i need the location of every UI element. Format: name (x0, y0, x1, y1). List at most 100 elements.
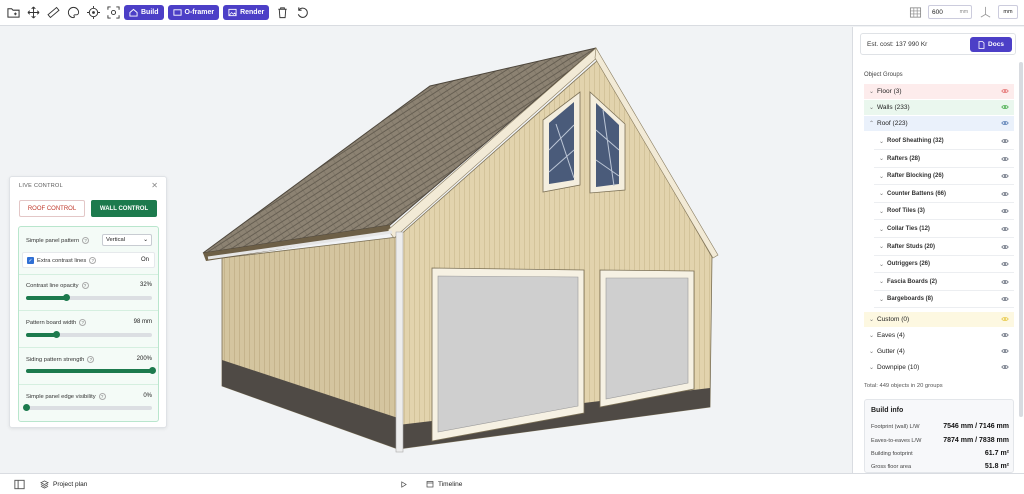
roof-subgroup-item[interactable]: ⌄ Roof Tiles (3) (874, 203, 1014, 221)
object-group-item[interactable]: ⌄ Eaves (4) (864, 328, 1014, 343)
target-icon[interactable] (86, 6, 100, 20)
edge-visibility-label: Simple panel edge visibility ? (26, 393, 106, 400)
help-icon[interactable]: ? (89, 257, 97, 264)
unit-selector[interactable]: mm (998, 5, 1018, 19)
roof-subgroup-item[interactable]: ⌄ Fascia Boards (2) (874, 274, 1014, 291)
docs-button[interactable]: Docs (970, 37, 1012, 52)
oframer-button[interactable]: O-framer (167, 5, 220, 20)
panel-pattern-select[interactable]: Vertical ⌄ (102, 234, 152, 246)
eye-icon[interactable] (1001, 331, 1009, 341)
roof-subgroup-item[interactable]: ⌄ Rafters (28) (874, 151, 1014, 168)
palette-icon[interactable] (66, 6, 80, 20)
eye-icon[interactable] (1001, 243, 1009, 253)
object-group-item[interactable]: ⌄ Walls (233) (864, 100, 1014, 115)
chevron-down-icon[interactable]: ⌄ (879, 173, 887, 180)
slider-handle[interactable] (63, 294, 71, 301)
chevron-down-icon[interactable]: ⌄ (879, 296, 887, 303)
eye-icon[interactable] (1001, 363, 1009, 373)
render-button[interactable]: Render (223, 5, 270, 20)
roof-subgroup-item[interactable]: ⌄ Outriggers (26) (874, 256, 1014, 274)
help-icon[interactable]: ? (81, 282, 89, 289)
chevron-down-icon[interactable]: ⌄ (879, 261, 887, 268)
chevron-down-icon[interactable]: ⌄ (879, 243, 887, 250)
eye-icon[interactable] (1001, 172, 1009, 182)
trash-icon[interactable] (275, 6, 289, 20)
roof-subgroup-item[interactable]: ⌄ Bargeboards (8) (874, 291, 1014, 309)
eye-icon[interactable] (1001, 225, 1009, 235)
build-info-row: Footprint (wall) L/W 7546 mm / 7146 mm (871, 423, 1009, 430)
chevron-down-icon[interactable]: ⌄ (879, 155, 887, 162)
roof-subgroup-item[interactable]: ⌄ Rafter Studs (20) (874, 239, 1014, 256)
eye-icon[interactable] (1001, 347, 1009, 357)
chevron-down-icon[interactable]: ⌄ (879, 226, 887, 233)
eye-icon[interactable] (1001, 155, 1009, 165)
eye-icon[interactable] (1001, 295, 1009, 305)
object-group-label: Custom (0) (877, 316, 910, 323)
chevron-down-icon[interactable]: ⌄ (879, 190, 887, 197)
move-icon[interactable] (26, 6, 40, 20)
undo-icon[interactable] (295, 6, 309, 20)
help-icon[interactable]: ? (79, 319, 87, 326)
ruler-icon[interactable] (46, 6, 60, 20)
slider-handle[interactable] (53, 331, 61, 338)
build-button[interactable]: Build (124, 5, 164, 20)
play-button[interactable] (400, 480, 407, 488)
project-plan-button[interactable]: Project plan (40, 479, 87, 489)
eye-icon[interactable] (1001, 190, 1009, 200)
extra-contrast-value: On (140, 257, 149, 263)
eye-icon[interactable] (1001, 87, 1009, 97)
snap-axis-icon[interactable] (978, 5, 992, 19)
grid-icon[interactable] (908, 5, 922, 19)
grid-size-input[interactable]: 600 mm (928, 5, 972, 19)
object-group-item[interactable]: ⌄ Downpipe (10) (864, 360, 1014, 375)
roof-subgroup-item[interactable]: ⌄ Roof Sheathing (32) (874, 133, 1014, 150)
chevron-down-icon[interactable]: ⌄ (869, 316, 877, 323)
edge-visibility-slider[interactable] (23, 404, 152, 411)
roof-control-button[interactable]: ROOF CONTROL (19, 200, 85, 217)
chevron-down-icon[interactable]: ⌄ (869, 88, 877, 95)
slider-handle[interactable] (23, 404, 30, 411)
board-width-slider[interactable] (26, 331, 152, 338)
slider-handle[interactable] (149, 367, 156, 374)
object-group-item[interactable]: ⌄ Custom (0) (864, 312, 1014, 327)
live-control-title: LIVE CONTROL (19, 183, 63, 189)
eye-icon[interactable] (1001, 119, 1009, 129)
extra-contrast-checkbox[interactable]: ✓ (27, 257, 34, 264)
siding-strength-slider[interactable] (26, 367, 156, 374)
sidebar-toggle-icon[interactable] (12, 477, 26, 491)
chevron-down-icon[interactable]: ⌄ (869, 104, 877, 111)
wall-control-button[interactable]: WALL CONTROL (91, 200, 157, 217)
chevron-down-icon[interactable]: ⌄ (869, 348, 877, 355)
chevron-up-icon[interactable]: ⌃ (869, 120, 877, 127)
roof-subgroup-item[interactable]: ⌄ Collar Ties (12) (874, 221, 1014, 238)
chevron-down-icon[interactable]: ⌄ (879, 278, 887, 285)
divider (19, 274, 158, 275)
roof-subgroup-item[interactable]: ⌄ Counter Battens (66) (874, 186, 1014, 203)
object-group-item[interactable]: ⌄ Gutter (4) (864, 344, 1014, 359)
contrast-opacity-slider[interactable] (26, 294, 152, 301)
eye-icon[interactable] (1001, 260, 1009, 270)
focus-frame-icon[interactable] (106, 6, 120, 20)
eye-icon[interactable] (1001, 103, 1009, 113)
close-icon[interactable]: ✕ (151, 181, 158, 190)
eye-icon[interactable] (1001, 137, 1009, 147)
object-group-item[interactable]: ⌃ Roof (223) (864, 116, 1014, 131)
help-icon[interactable]: ? (98, 393, 106, 400)
folder-icon[interactable] (6, 6, 20, 20)
help-icon[interactable]: ? (82, 237, 90, 244)
eye-icon[interactable] (1001, 207, 1009, 217)
eye-icon[interactable] (1001, 315, 1009, 325)
roof-subgroup-item[interactable]: ⌄ Rafter Blocking (26) (874, 168, 1014, 186)
object-group-item[interactable]: ⌄ Floor (3) (864, 84, 1014, 99)
build-info-value: 61.7 m² (984, 450, 1009, 457)
eye-icon[interactable] (1001, 278, 1009, 288)
chevron-down-icon[interactable]: ⌄ (869, 364, 877, 371)
oframer-button-label: O-framer (184, 9, 215, 16)
sidebar-scrollbar[interactable] (1019, 62, 1023, 417)
chevron-down-icon[interactable]: ⌄ (869, 332, 877, 339)
chevron-down-icon[interactable]: ⌄ (879, 208, 887, 215)
help-icon[interactable]: ? (87, 356, 95, 363)
chevron-down-icon[interactable]: ⌄ (879, 138, 887, 145)
timeline-button[interactable]: Timeline (426, 480, 462, 488)
object-group-label: Walls (233) (877, 104, 910, 111)
